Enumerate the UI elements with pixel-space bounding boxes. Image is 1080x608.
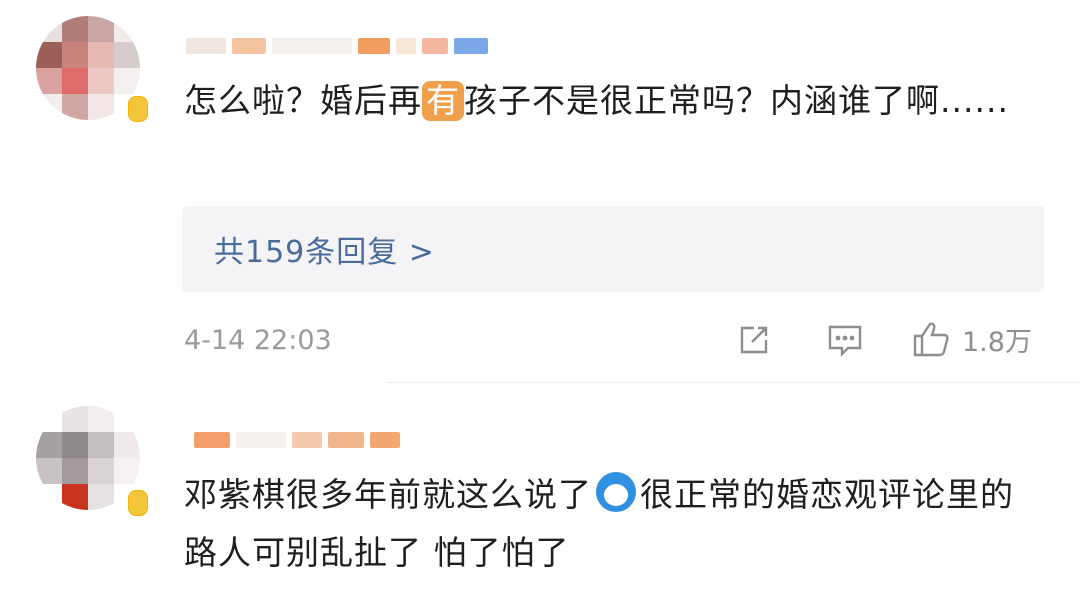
reply-box[interactable]: 共159条回复 > xyxy=(182,206,1044,292)
comment-icon xyxy=(828,325,862,357)
highlight-character: 有 xyxy=(422,81,464,121)
doraemon-emoji-icon xyxy=(596,472,636,512)
comment-1: 怎么啦？婚后再有孩子不是很正常吗？内涵谁了啊...... 共159条回复 > 4… xyxy=(0,0,1080,380)
like-icon xyxy=(913,322,949,357)
like-count: 1.8万 xyxy=(962,326,1032,358)
vip-badge-icon xyxy=(126,94,150,124)
share-button[interactable] xyxy=(736,322,772,358)
avatar[interactable] xyxy=(36,406,140,510)
comment-2: 邓紫棋很多年前就这么说了 很正常的婚恋观评论里的路人可别乱扯了 怕了怕了 xyxy=(0,384,1080,608)
username-redacted[interactable] xyxy=(186,34,488,58)
comment-text: 怎么啦？婚后再有孩子不是很正常吗？内涵谁了啊...... xyxy=(184,81,1009,121)
divider xyxy=(386,382,1080,383)
view-replies-link[interactable]: 共159条回复 > xyxy=(214,227,435,271)
username-redacted[interactable] xyxy=(194,428,400,452)
vip-badge-icon xyxy=(126,488,150,518)
comment-button[interactable] xyxy=(826,322,864,358)
like-button[interactable]: 1.8万 xyxy=(910,318,1032,360)
share-icon xyxy=(740,326,768,354)
timestamp: 4-14 22:03 xyxy=(184,324,332,356)
comment-text: 邓紫棋很多年前就这么说了 很正常的婚恋观评论里的路人可别乱扯了 怕了怕了 xyxy=(184,466,1044,582)
comment-meta: 4-14 22:03 xyxy=(184,322,332,358)
avatar[interactable] xyxy=(36,16,140,120)
